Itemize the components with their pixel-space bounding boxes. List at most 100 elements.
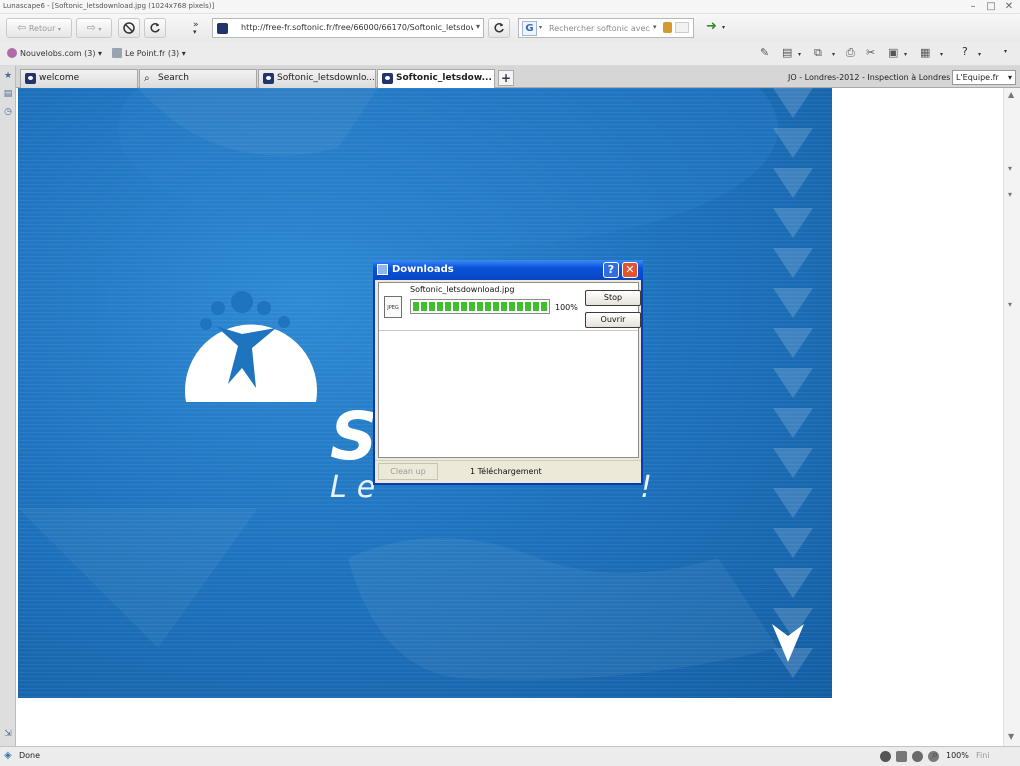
- chevron-down-icon[interactable]: ▾: [722, 24, 725, 31]
- panel-toggle-icon[interactable]: ⇲: [2, 728, 14, 740]
- window-icon[interactable]: ▣: [888, 46, 898, 59]
- vertical-scrollbar[interactable]: ▲ ▾ ▾ ▾ ▼: [1003, 88, 1020, 746]
- tools-icon[interactable]: ✂: [866, 46, 875, 59]
- navigation-toolbar: ⇦ Retour ▾ ⇨ ▾ » ▾ http://free-fr.softon…: [0, 14, 1020, 42]
- layout-icon[interactable]: ▦: [920, 46, 930, 59]
- tab-selector-value: L'Equipe.fr: [956, 73, 999, 82]
- softonic-logo-icon: [185, 291, 317, 402]
- green-arrow-icon[interactable]: ➜: [706, 19, 717, 34]
- back-button-label: Retour: [28, 24, 56, 33]
- tab-softonic-1[interactable]: Softonic_letsdownlo...: [258, 69, 376, 88]
- forward-arrow-icon: ⇨: [86, 21, 96, 34]
- print-icon[interactable]: ⎙: [846, 46, 855, 60]
- status-bar: ◈ Done ⌕ 100% Fini: [0, 746, 1020, 766]
- chevron-down-icon[interactable]: ▾: [193, 28, 197, 36]
- tab-search[interactable]: ⌕ Search: [139, 69, 257, 88]
- history-icon[interactable]: ◷: [2, 106, 14, 118]
- chevron-down-icon: ▾: [181, 49, 186, 58]
- lock-icon[interactable]: [896, 751, 907, 762]
- chevron-down-icon[interactable]: ▾: [978, 51, 981, 58]
- zoom-level[interactable]: 100%: [946, 751, 969, 760]
- scroll-up-icon[interactable]: ▲: [1008, 90, 1014, 99]
- file-icon: JPEG: [384, 296, 402, 318]
- tab-label: Softonic_letsdownlo...: [277, 73, 375, 83]
- bookmark-label: Nouvelobs.com (3): [20, 49, 96, 58]
- maximize-icon[interactable]: □: [984, 1, 998, 13]
- download-list: JPEG Softonic_letsdownload.jpg 100% Stop…: [378, 282, 641, 458]
- chevron-down-icon[interactable]: ▾: [476, 22, 480, 31]
- tab-softonic-active[interactable]: Softonic_letsdow...: [377, 69, 495, 89]
- downloads-dialog: Downloads ? ✕ JPEG Softonic_letsdownload…: [373, 260, 643, 485]
- open-file-button[interactable]: Ouvrir: [585, 312, 641, 328]
- zoom-icon[interactable]: ⌕: [932, 748, 938, 762]
- tab-label: Search: [158, 73, 189, 83]
- minimize-icon[interactable]: –: [966, 1, 980, 13]
- page-icon[interactable]: ▤: [782, 46, 792, 59]
- amazon-icon[interactable]: [663, 22, 672, 33]
- bookmark-lepoint[interactable]: Le Point.fr (3) ▾: [112, 48, 186, 58]
- stop-icon: [123, 22, 135, 34]
- bookmark-nouvelobs[interactable]: Nouvelobs.com (3) ▾: [7, 48, 102, 58]
- feed-icon: [112, 48, 122, 58]
- search-input[interactable]: Rechercher softonic avec: [549, 24, 650, 33]
- search-icon: ⌕: [144, 73, 150, 84]
- pen-icon[interactable]: ✎: [760, 46, 769, 59]
- chevron-down-icon[interactable]: ▾: [1004, 48, 1007, 55]
- tab-selector[interactable]: L'Equipe.fr ▾: [952, 70, 1016, 85]
- down-arrow-icon: [772, 624, 804, 662]
- scroll-down-icon[interactable]: ▼: [1008, 732, 1014, 741]
- download-progress-label: 100%: [555, 303, 578, 312]
- scroll-arrow-icon[interactable]: ▾: [1008, 164, 1012, 173]
- chevron-down-icon: ▾: [98, 26, 102, 33]
- copy-icon[interactable]: ⧉: [814, 46, 822, 60]
- chevron-down-icon[interactable]: ▾: [940, 51, 943, 58]
- ebay-icon[interactable]: [675, 22, 689, 33]
- chevron-down-icon[interactable]: ▾: [904, 51, 907, 58]
- download-item[interactable]: JPEG Softonic_letsdownload.jpg 100% Stop…: [379, 283, 641, 331]
- chevron-down-icon: ▾: [57, 26, 61, 33]
- scroll-arrow-icon[interactable]: ▾: [1008, 300, 1012, 309]
- help-button[interactable]: ?: [603, 262, 619, 278]
- chevron-down-icon[interactable]: ▾: [653, 23, 657, 31]
- chevron-down-icon[interactable]: ▾: [798, 51, 801, 58]
- favorites-icon[interactable]: ★: [2, 70, 14, 82]
- folder-icon[interactable]: ▤: [2, 88, 14, 100]
- window-titlebar: Lunascape6 - [Softonic_letsdownload.jpg …: [0, 0, 1020, 14]
- tab-welcome[interactable]: welcome: [20, 69, 138, 88]
- scroll-arrow-icon[interactable]: ▾: [1008, 190, 1012, 199]
- refresh-icon: [494, 23, 504, 33]
- popup-block-icon[interactable]: [912, 751, 923, 762]
- back-button[interactable]: ⇦ Retour ▾: [6, 18, 72, 38]
- chevron-down-icon[interactable]: ▾: [832, 51, 835, 58]
- download-count: 1 Téléchargement: [470, 467, 542, 476]
- settings-icon[interactable]: [880, 751, 891, 762]
- site-favicon-icon: [217, 23, 228, 34]
- bookmarks-toolbar: Nouvelobs.com (3) ▾ Le Point.fr (3) ▾ ✎ …: [0, 42, 1020, 66]
- forward-button[interactable]: ⇨ ▾: [76, 18, 112, 38]
- dialog-titlebar[interactable]: Downloads ? ✕: [373, 260, 643, 280]
- reload-button[interactable]: [144, 18, 166, 38]
- tab-bar: welcome ⌕ Search Softonic_letsdownlo... …: [0, 66, 1020, 89]
- clean-up-button[interactable]: Clean up: [378, 463, 438, 480]
- bookmark-label: Le Point.fr (3): [125, 49, 180, 58]
- downloads-window-icon: [377, 264, 388, 275]
- status-text: Done: [19, 751, 41, 760]
- search-bar[interactable]: G ▾ Rechercher softonic avec ▾: [518, 18, 694, 38]
- download-progress-fill: [413, 302, 547, 311]
- softonic-wordmark: S: [330, 398, 378, 475]
- new-tab-button[interactable]: +: [498, 70, 514, 86]
- download-progress-bar: [410, 299, 550, 314]
- search-engine-icon[interactable]: G: [522, 21, 537, 36]
- address-input[interactable]: http://free-fr.softonic.fr/free/66000/66…: [241, 23, 473, 32]
- close-icon[interactable]: ✕: [622, 262, 638, 278]
- help-icon[interactable]: ?: [962, 45, 968, 58]
- tab-label: Softonic_letsdow...: [396, 73, 492, 83]
- close-window-icon[interactable]: ✕: [1002, 1, 1016, 13]
- download-file-name: Softonic_letsdownload.jpg: [410, 285, 515, 294]
- chevron-down-icon[interactable]: ▾: [539, 24, 542, 31]
- stop-download-button[interactable]: Stop: [585, 290, 641, 306]
- stop-button[interactable]: [118, 18, 140, 38]
- address-bar[interactable]: http://free-fr.softonic.fr/free/66000/66…: [212, 18, 484, 38]
- page-status-icon: ◈: [4, 750, 12, 761]
- go-refresh-button[interactable]: [488, 18, 510, 38]
